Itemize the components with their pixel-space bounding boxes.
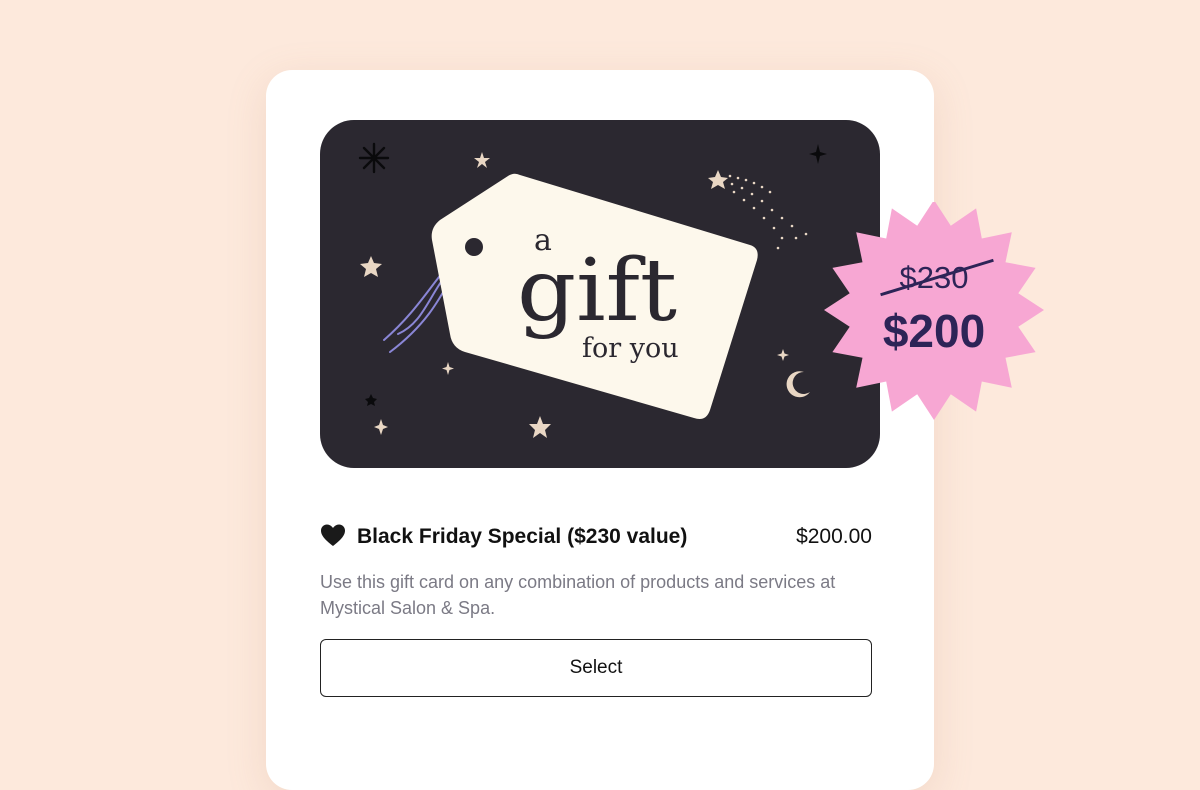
gift-text-gift: gift bbox=[517, 241, 677, 341]
select-button[interactable]: Select bbox=[320, 639, 872, 697]
sparkle-icon bbox=[809, 144, 827, 164]
product-price: $200.00 bbox=[796, 525, 872, 548]
shooting-star-trail bbox=[728, 174, 808, 250]
black-heart-icon bbox=[321, 524, 345, 546]
sparkle-icon bbox=[374, 419, 388, 435]
star-icon bbox=[365, 394, 377, 406]
sparkle-icon bbox=[777, 349, 789, 361]
product-title-row: Black Friday Special ($230 value) $200.0… bbox=[320, 520, 872, 556]
tag-hole bbox=[465, 238, 483, 256]
discount-badge: $230 $200 bbox=[824, 202, 1044, 422]
star-icon bbox=[360, 256, 382, 277]
sparkle-icon bbox=[358, 142, 390, 174]
gift-card-image: a gift for you bbox=[320, 120, 880, 468]
sparkle-icon bbox=[442, 362, 454, 375]
star-icon bbox=[708, 170, 728, 189]
badge-new-price: $200 bbox=[882, 305, 986, 357]
star-icon bbox=[474, 152, 490, 168]
gift-card-artwork: a gift for you bbox=[358, 142, 827, 438]
star-icon bbox=[529, 416, 551, 438]
moon-icon bbox=[786, 371, 810, 398]
product-title: Black Friday Special ($230 value) bbox=[357, 525, 688, 548]
gift-text-for-you: for you bbox=[582, 333, 679, 364]
product-description: Use this gift card on any combination of… bbox=[320, 572, 836, 618]
